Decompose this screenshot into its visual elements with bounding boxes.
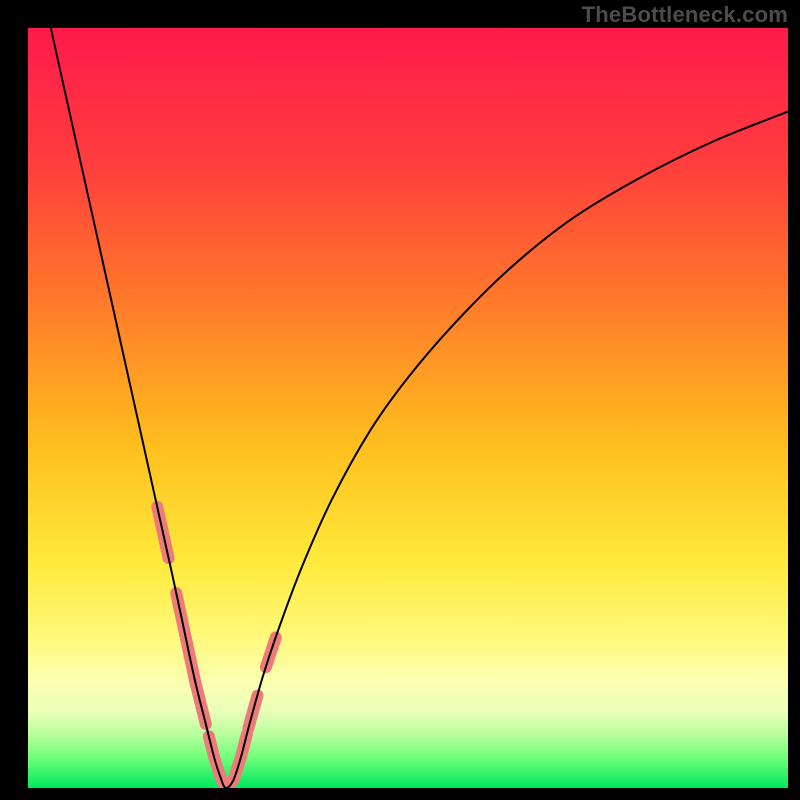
highlight-segments: [157, 507, 276, 788]
plot-area: [28, 28, 788, 788]
curve-layer: [28, 28, 788, 788]
watermark-text: TheBottleneck.com: [582, 2, 788, 28]
chart-frame: TheBottleneck.com: [0, 0, 800, 800]
bottleneck-curve: [51, 28, 788, 788]
